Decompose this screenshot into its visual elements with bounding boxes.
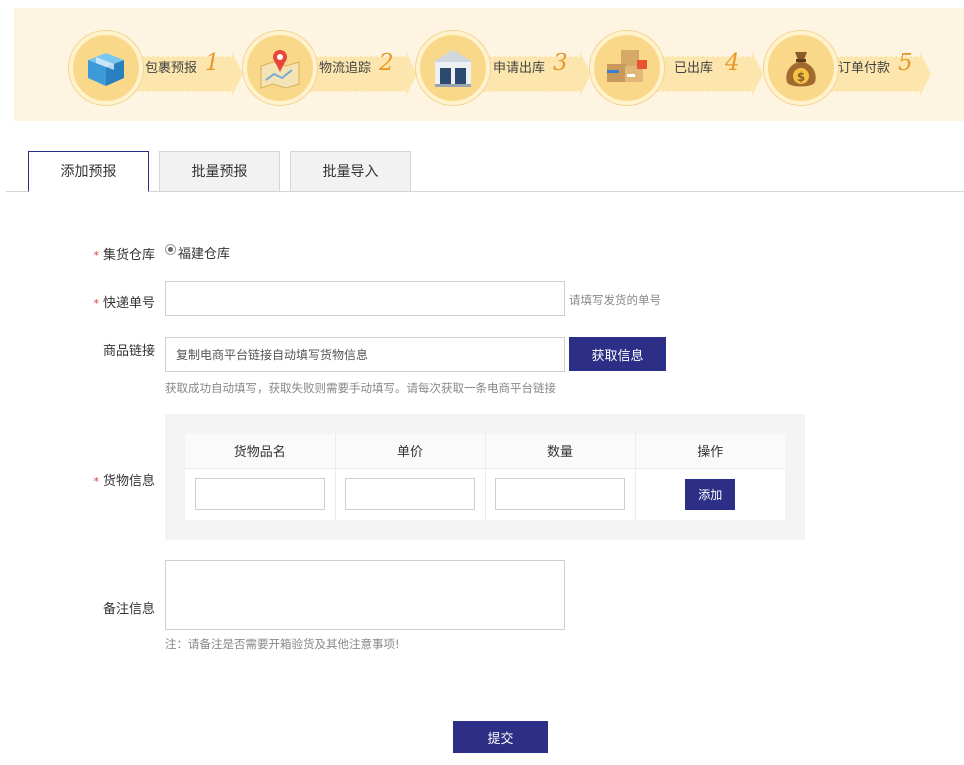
step-4-circle bbox=[590, 31, 664, 105]
goods-price-input[interactable] bbox=[345, 478, 475, 511]
goods-label-text: 货物信息 bbox=[102, 474, 155, 489]
product-link-hint: 获取成功自动填写，获取失败则需要手动填写。请每次获取一条电商平台链接 bbox=[165, 381, 556, 395]
required-mark: * bbox=[93, 297, 99, 310]
goods-table: 货物品名 单价 数量 操作 添加 bbox=[185, 434, 785, 520]
step-3-number: 3 bbox=[553, 50, 568, 76]
step-4-number: 4 bbox=[725, 50, 740, 76]
warehouse-label: * 集货仓库 bbox=[93, 244, 155, 263]
column-header-quantity: 数量 bbox=[485, 434, 636, 469]
step-chevron bbox=[920, 52, 931, 96]
remark-textarea[interactable] bbox=[165, 560, 565, 630]
table-row: 添加 bbox=[185, 468, 785, 520]
goods-name-cell bbox=[185, 468, 336, 520]
step-chevron bbox=[406, 52, 417, 96]
product-link-label: 商品链接 bbox=[102, 344, 155, 359]
step-chevron bbox=[752, 52, 763, 96]
step-3-circle bbox=[416, 31, 490, 105]
box-icon bbox=[88, 53, 124, 86]
warehouse-icon bbox=[433, 50, 473, 87]
goods-name-input[interactable] bbox=[194, 478, 325, 511]
column-header-action: 操作 bbox=[635, 434, 785, 469]
tracking-label: * 快递单号 bbox=[93, 292, 155, 311]
tab-add-forecast[interactable]: 添加预报 bbox=[28, 151, 149, 192]
step-2-label: 物流追踪 bbox=[319, 61, 372, 76]
column-header-name: 货物品名 bbox=[185, 434, 336, 469]
tracking-label-text: 快递单号 bbox=[102, 296, 155, 311]
step-1-label: 包裹预报 bbox=[145, 61, 198, 76]
step-chevron bbox=[232, 52, 243, 96]
step-5-circle: $ bbox=[764, 31, 838, 105]
goods-action-cell: 添加 bbox=[635, 468, 785, 520]
step-3-label: 申请出库 bbox=[493, 61, 546, 76]
add-goods-button[interactable]: 添加 bbox=[685, 478, 736, 510]
step-4-label: 已出库 bbox=[674, 61, 714, 76]
step-5-number: 5 bbox=[898, 50, 913, 76]
column-header-price: 单价 bbox=[335, 434, 486, 469]
step-2-circle bbox=[243, 31, 317, 105]
steps-banner: 包裹预报 1 物流追踪 2 申请出库 3 已出库 4 $ 订单付款 5 bbox=[14, 8, 964, 121]
goods-quantity-cell bbox=[485, 468, 636, 520]
goods-header-row: 货物品名 单价 数量 操作 bbox=[185, 434, 785, 469]
goods-price-cell bbox=[335, 468, 486, 520]
tab-batch-forecast[interactable]: 批量预报 bbox=[159, 151, 280, 191]
money-bag-icon: $ bbox=[786, 52, 816, 87]
svg-text:$: $ bbox=[797, 70, 805, 84]
step-1-number: 1 bbox=[205, 50, 220, 76]
warehouse-option-label[interactable]: 福建仓库 bbox=[178, 243, 230, 262]
step-5-label: 订单付款 bbox=[838, 61, 891, 76]
submit-button[interactable]: 提交 bbox=[453, 721, 548, 753]
product-link-input[interactable] bbox=[165, 337, 565, 372]
remark-label: 备注信息 bbox=[102, 602, 155, 617]
goods-quantity-input[interactable] bbox=[495, 478, 625, 511]
map-pin-icon bbox=[260, 50, 300, 89]
warehouse-radio[interactable] bbox=[165, 244, 176, 255]
required-mark: * bbox=[93, 249, 99, 262]
goods-label: * 货物信息 bbox=[93, 470, 155, 489]
required-mark: * bbox=[93, 475, 99, 488]
fetch-info-button[interactable]: 获取信息 bbox=[569, 337, 666, 371]
shipped-boxes-icon bbox=[607, 50, 647, 82]
tracking-number-input[interactable] bbox=[165, 281, 565, 316]
tab-bar-line bbox=[6, 191, 964, 192]
remark-hint: 注：请备注是否需要开箱验货及其他注意事项! bbox=[165, 637, 400, 651]
warehouse-label-text: 集货仓库 bbox=[102, 248, 155, 263]
step-1-circle bbox=[69, 31, 143, 105]
step-chevron bbox=[580, 52, 591, 96]
tracking-hint: 请填写发货的单号 bbox=[569, 293, 661, 307]
step-2-number: 2 bbox=[379, 50, 394, 76]
tab-batch-import[interactable]: 批量导入 bbox=[290, 151, 411, 191]
